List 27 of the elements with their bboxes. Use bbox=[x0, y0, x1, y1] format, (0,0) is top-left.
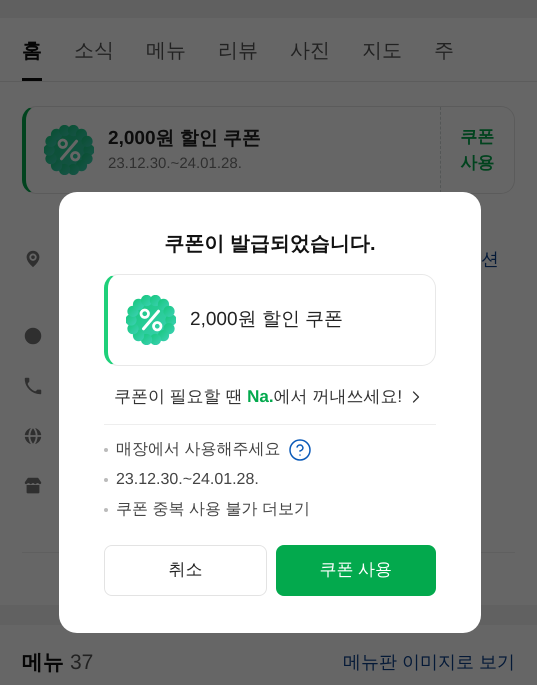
wallet-link[interactable]: 쿠폰이 필요할 땐 Na.에서 꺼내쓰세요! bbox=[104, 384, 436, 410]
note-text: 쿠폰 중복 사용 불가 더보기 bbox=[116, 500, 310, 520]
use-coupon-button[interactable]: 쿠폰 사용 bbox=[276, 544, 436, 596]
info-link[interactable]: 션 bbox=[481, 246, 499, 272]
tab[interactable]: 홈 bbox=[22, 36, 42, 81]
globe-icon bbox=[22, 425, 44, 447]
discount-badge-icon bbox=[126, 295, 176, 345]
tab[interactable]: 리뷰 bbox=[218, 36, 258, 81]
help-icon[interactable] bbox=[288, 438, 312, 462]
menu-image-link[interactable]: 메뉴판 이미지로 보기 bbox=[342, 649, 515, 676]
discount-badge-icon bbox=[44, 125, 94, 175]
tab[interactable]: 주 bbox=[434, 36, 454, 81]
tab[interactable]: 지도 bbox=[362, 36, 402, 81]
store-icon bbox=[22, 475, 44, 497]
tab[interactable]: 소식 bbox=[74, 36, 114, 81]
cancel-button[interactable]: 취소 bbox=[104, 544, 266, 596]
note-text: 매장에서 사용해주세요 bbox=[116, 440, 280, 460]
dialog-title: 쿠폰이 발급되었습니다. bbox=[163, 232, 377, 257]
tab[interactable]: 사진 bbox=[290, 36, 330, 81]
menu-count: 37 bbox=[70, 650, 94, 676]
use-coupon-button[interactable]: 쿠폰 사용 bbox=[458, 124, 498, 176]
menu-title: 메뉴 bbox=[22, 650, 64, 676]
coupon-title: 2,000원 할인 쿠폰 bbox=[108, 126, 262, 150]
coupon-name: 2,000원 할인 쿠폰 bbox=[190, 308, 344, 332]
note-text: 23.12.30.~24.01.28. bbox=[116, 470, 259, 490]
tab[interactable]: 메뉴 bbox=[146, 36, 186, 81]
phone-icon bbox=[22, 375, 44, 397]
